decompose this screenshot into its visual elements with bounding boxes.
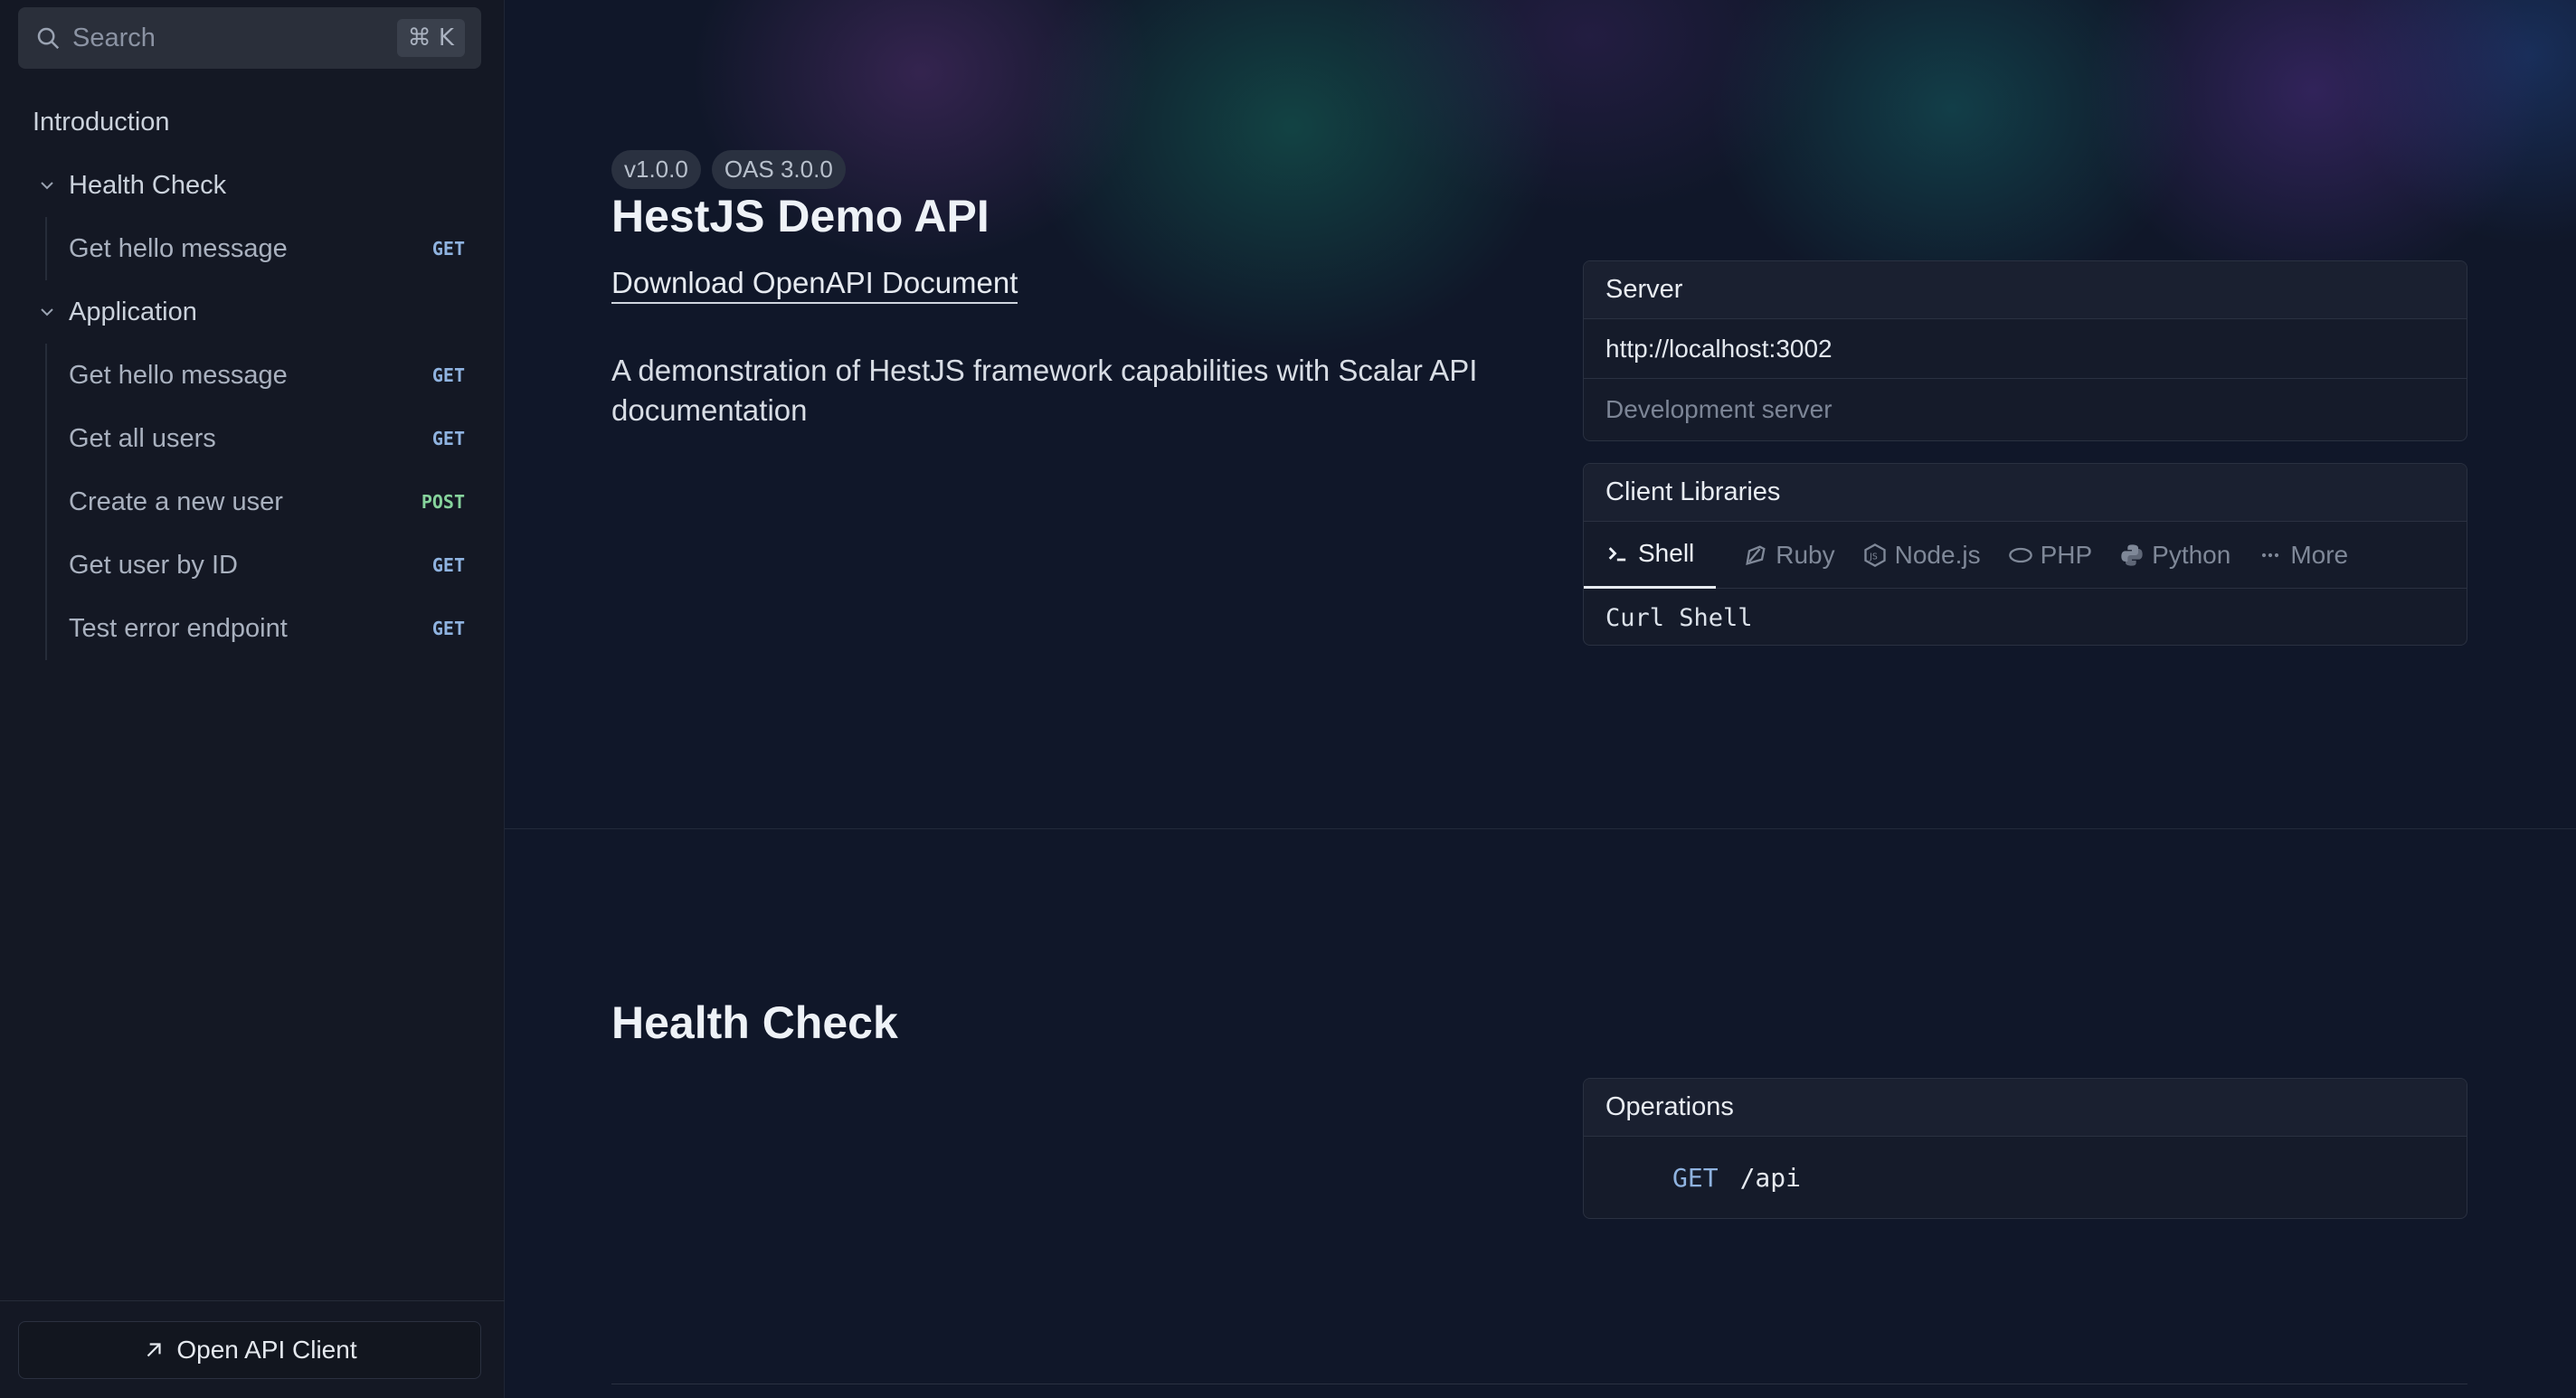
sidebar-group-label: Health Check [69, 170, 227, 200]
server-description: Development server [1605, 395, 1833, 423]
operations-heading: Operations [1584, 1079, 2467, 1137]
tab-ruby[interactable]: Ruby [1743, 522, 1835, 589]
python-icon [2121, 543, 2143, 566]
content: v1.0.0 OAS 3.0.0 HestJS Demo API Downloa… [505, 0, 2576, 1398]
operation-path: /api [1739, 1162, 1802, 1193]
open-api-client-label: Open API Client [176, 1336, 357, 1364]
method-badge: POST [421, 491, 465, 513]
sidebar-item-get-user-by-id[interactable]: Get user by ID GET [47, 534, 505, 597]
section-divider [505, 828, 2576, 829]
search-shortcut: ⌘ K [396, 19, 465, 57]
page-title: HestJS Demo API [611, 191, 990, 241]
php-icon [2008, 547, 2032, 562]
sidebar-item-get-all-users[interactable]: Get all users GET [47, 407, 505, 470]
open-api-client-button[interactable]: Open API Client [18, 1321, 481, 1379]
sidebar-item-label: Get hello message [69, 360, 288, 390]
search-input[interactable]: Search ⌘ K [18, 7, 481, 69]
selected-client-library: Curl Shell [1605, 603, 1753, 632]
sidebar: Search ⌘ K Introduction Health Check Get… [0, 0, 505, 1398]
section-title-health-check: Health Check [611, 997, 898, 1048]
sidebar-item-label: Get user by ID [69, 550, 238, 580]
tab-more[interactable]: More [2258, 522, 2348, 589]
sidebar-group-children: Get hello message GET [45, 217, 505, 280]
client-library-tabs: Shell Ruby JS Node.js PHP Python More [1584, 522, 2467, 589]
version-badges: v1.0.0 OAS 3.0.0 [611, 150, 846, 189]
oas-badge: OAS 3.0.0 [711, 150, 846, 189]
sidebar-item-label: Test error endpoint [69, 613, 288, 643]
tab-python[interactable]: Python [2119, 522, 2230, 589]
client-libraries-heading: Client Libraries [1584, 464, 2467, 522]
svg-text:JS: JS [1869, 552, 1878, 562]
operation-row[interactable]: GET /api [1584, 1137, 2467, 1218]
sidebar-group-health-check[interactable]: Health Check [0, 154, 505, 217]
tab-label: More [2290, 540, 2349, 569]
download-openapi-link[interactable]: Download OpenAPI Document [611, 266, 1018, 304]
sidebar-item-get-hello-message[interactable]: Get hello message GET [47, 344, 505, 407]
tab-label: Python [2152, 540, 2231, 569]
operation-method: GET [1672, 1162, 1719, 1193]
sidebar-item-create-a-new-user[interactable]: Create a new user POST [47, 470, 505, 534]
tab-php[interactable]: PHP [2008, 522, 2093, 589]
method-badge: GET [431, 618, 465, 639]
method-badge: GET [431, 364, 465, 386]
tab-label: Shell [1638, 539, 1695, 567]
terminal-icon [1608, 547, 1626, 562]
tab-label: PHP [2040, 540, 2093, 569]
server-card: Server http://localhost:3002 Development… [1583, 260, 2467, 441]
tab-label: Ruby [1776, 540, 1835, 569]
sidebar-nav: Introduction Health Check Get hello mess… [0, 90, 505, 660]
sidebar-group-application[interactable]: Application [0, 280, 505, 344]
server-heading: Server [1584, 261, 2467, 319]
sidebar-footer: Open API Client [0, 1300, 505, 1398]
version-badge: v1.0.0 [611, 150, 701, 189]
sidebar-item-label: Get all users [69, 423, 216, 453]
sidebar-group-children: Get hello message GET Get all users GET … [45, 344, 505, 660]
method-badge: GET [431, 428, 465, 449]
ruby-icon [1746, 544, 1766, 565]
server-url-select[interactable]: http://localhost:3002 [1584, 319, 2467, 379]
tab-shell[interactable]: Shell [1584, 522, 1717, 589]
chevron-down-icon [41, 182, 53, 190]
more-icon [2262, 553, 2279, 557]
operations-card: Operations GET /api [1583, 1078, 2467, 1219]
sidebar-item-label: Create a new user [69, 486, 283, 516]
sidebar-group-label: Application [69, 297, 197, 326]
tab-nodejs[interactable]: JS Node.js [1862, 522, 1981, 589]
sidebar-item-get-hello-message[interactable]: Get hello message GET [47, 217, 505, 280]
sidebar-item-label: Get hello message [69, 233, 288, 263]
tab-label: Node.js [1894, 540, 1981, 569]
main-content: v1.0.0 OAS 3.0.0 HestJS Demo API Downloa… [505, 0, 2576, 1398]
method-badge: GET [431, 238, 465, 260]
client-libraries-card: Client Libraries Shell Ruby JS Node.js P… [1583, 463, 2467, 646]
method-badge: GET [431, 554, 465, 576]
chevron-down-icon [41, 308, 53, 316]
arrow-up-right-icon [147, 1343, 161, 1357]
search-icon [37, 27, 60, 50]
app: Search ⌘ K Introduction Health Check Get… [0, 0, 2576, 1398]
search-placeholder: Search [72, 23, 156, 52]
sidebar-item-introduction[interactable]: Introduction [0, 90, 505, 154]
sidebar-item-test-error-endpoint[interactable]: Test error endpoint GET [47, 597, 505, 660]
api-description: A demonstration of HestJS framework capa… [611, 354, 1478, 427]
nodejs-icon: JS [1863, 543, 1886, 567]
